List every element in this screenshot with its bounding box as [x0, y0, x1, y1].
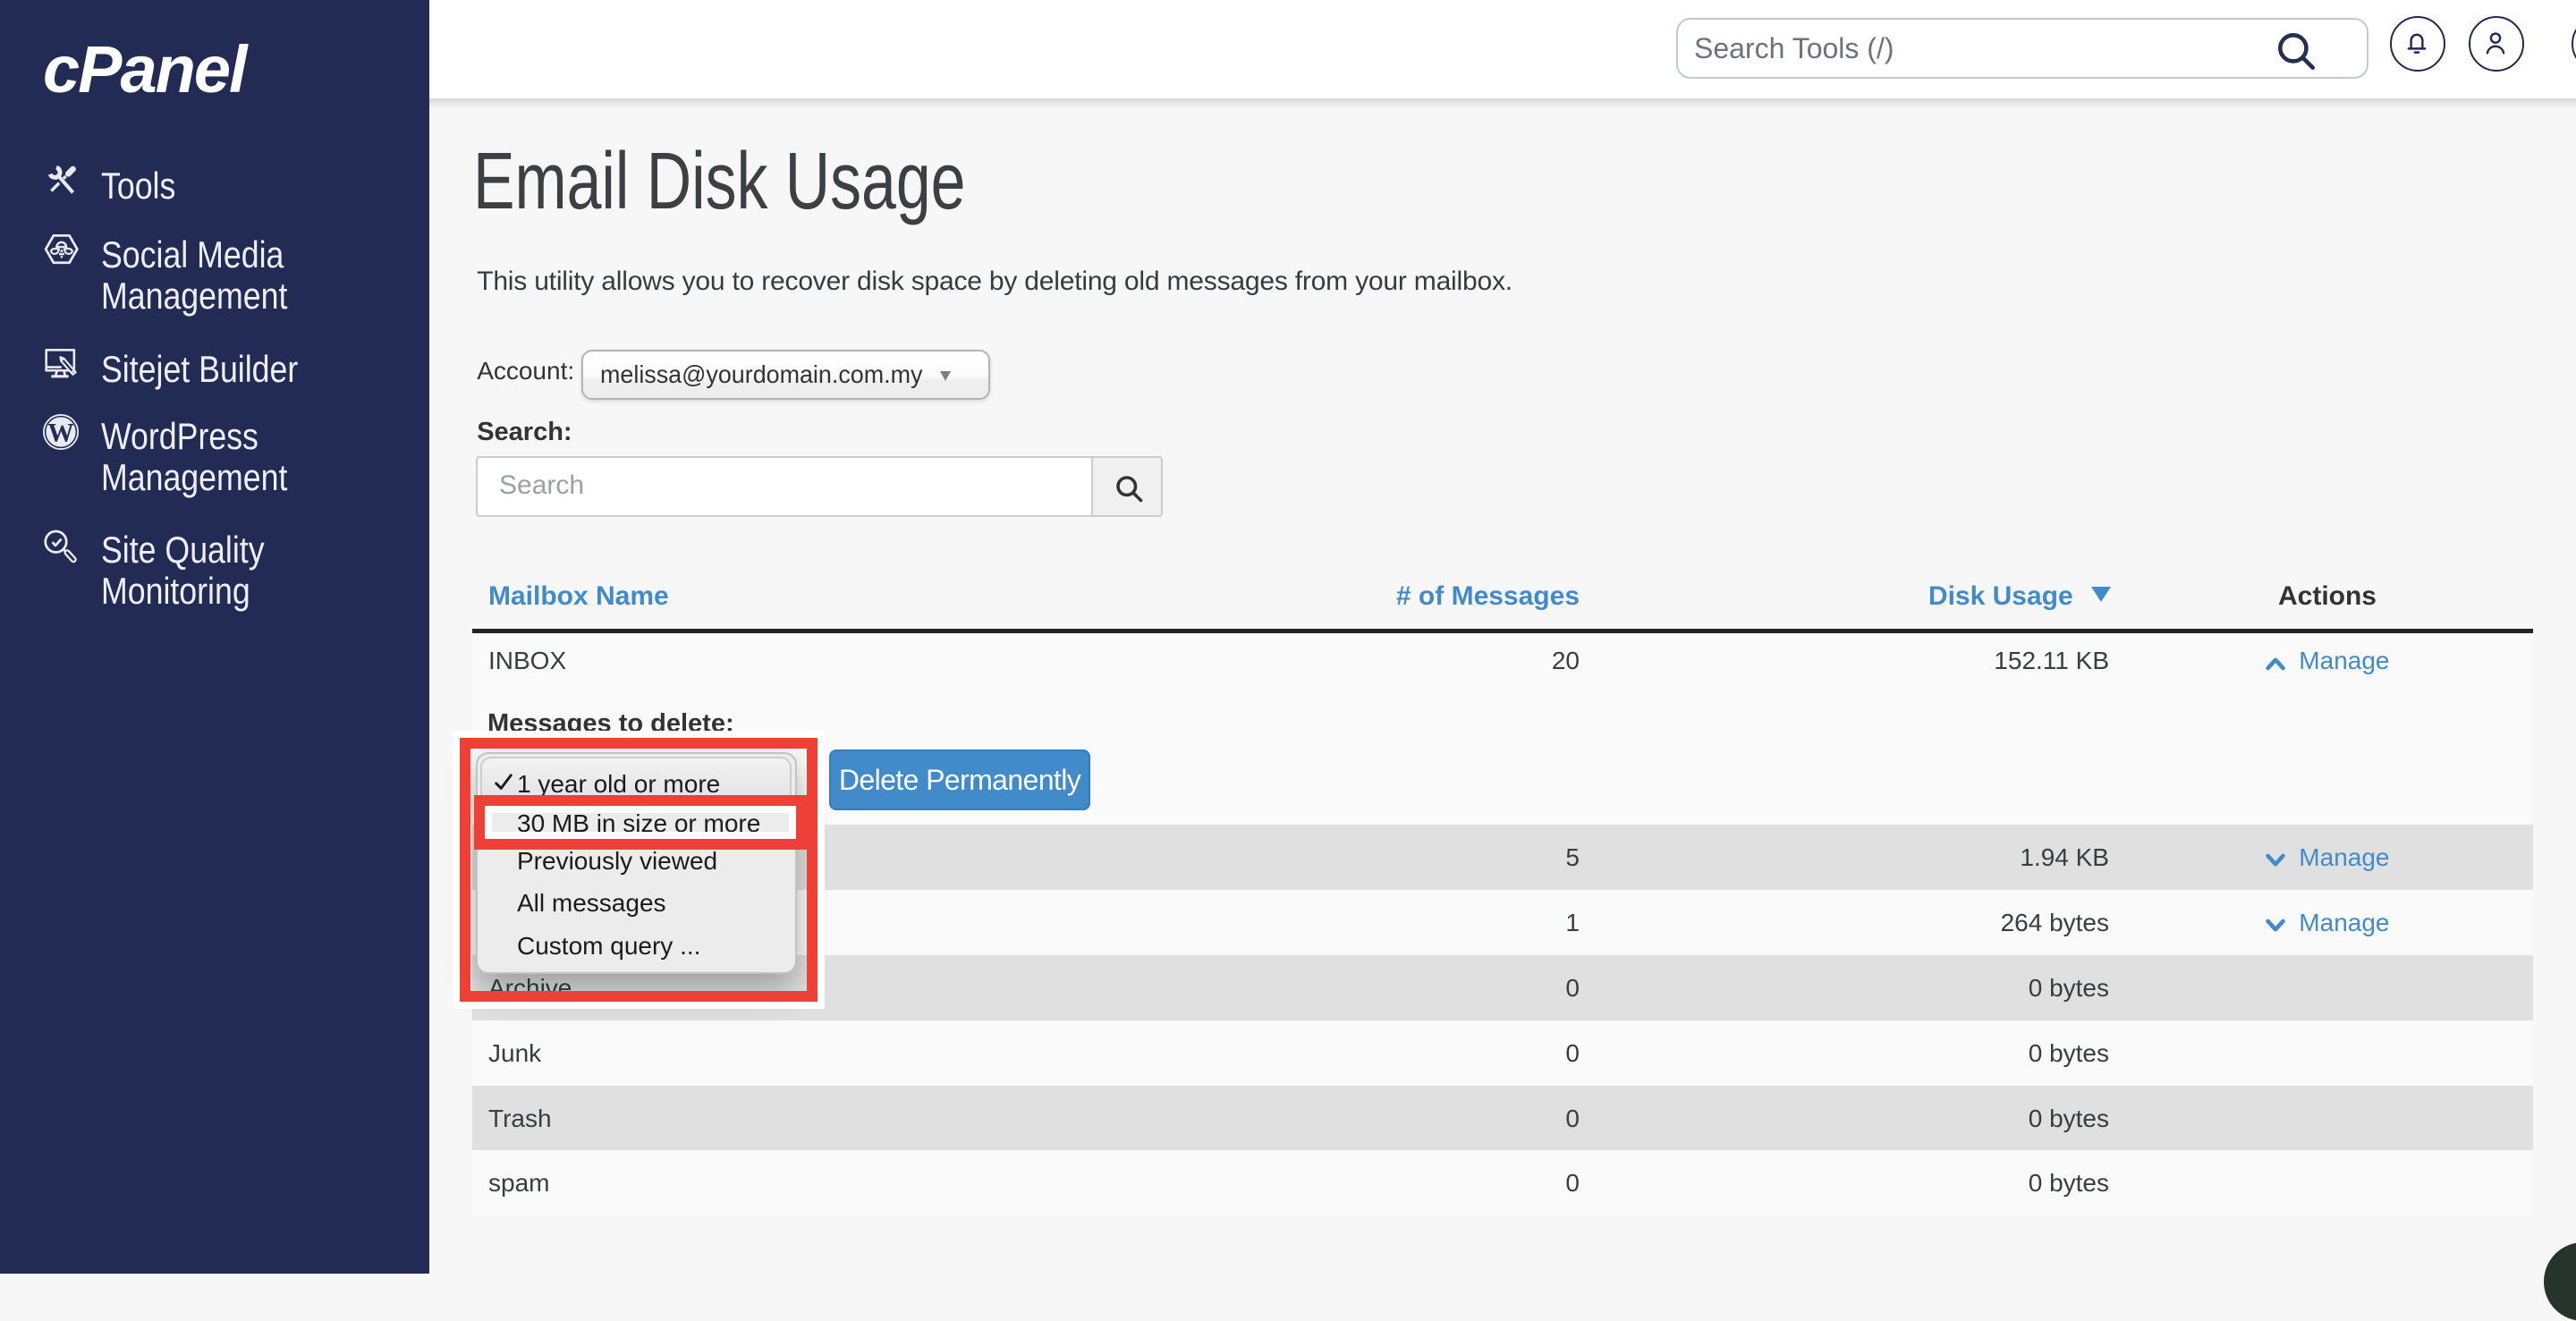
svg-text:W: W	[47, 419, 73, 447]
